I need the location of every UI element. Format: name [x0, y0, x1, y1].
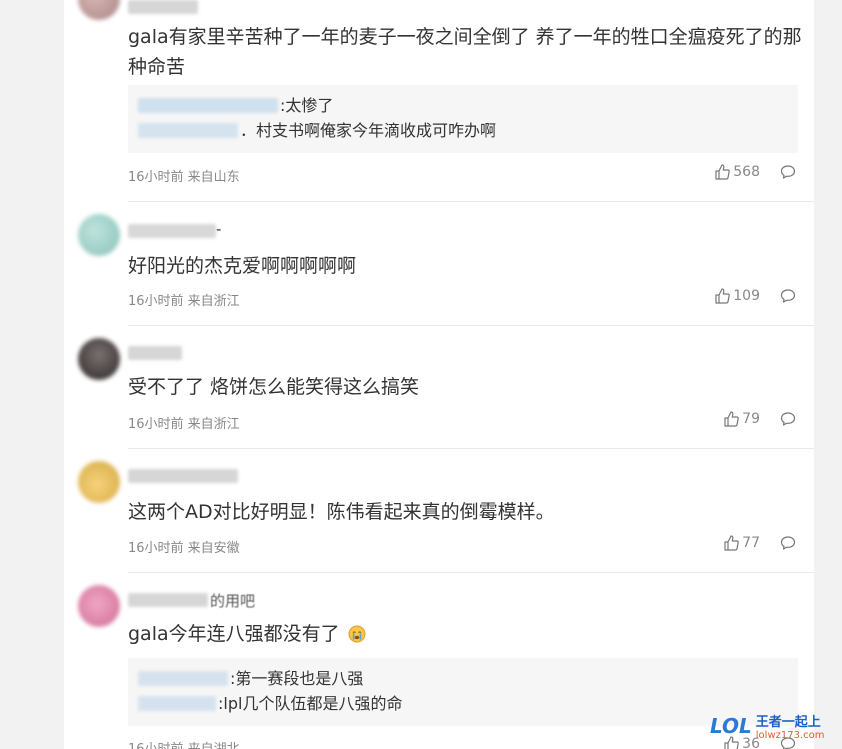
comment-text: gala有家里辛苦种了一年的麦子一夜之间全倒了 养了一年的牲口全瘟疫死了的那种命… — [128, 26, 802, 78]
like-button[interactable]: 109 — [714, 288, 760, 304]
reply-text: :第一赛段也是八强 — [230, 668, 364, 688]
comment-meta: 16小时前 来自安徽 — [128, 541, 240, 556]
crying-face-icon — [348, 622, 366, 652]
watermark-logo: LOL 王者一起上 lolwz173.com — [708, 703, 838, 749]
reply-text: :太惨了 — [280, 95, 334, 115]
avatar[interactable] — [78, 585, 120, 627]
like-count: 77 — [742, 535, 760, 551]
username[interactable] — [128, 0, 198, 14]
username-suffix: - — [216, 220, 222, 238]
avatar[interactable] — [78, 461, 120, 503]
comment-text: 这两个AD对比好明显！陈伟看起来真的倒霉模样。 — [128, 501, 555, 523]
like-count: 568 — [733, 164, 760, 180]
reply-item: :lpl几个队伍都是八强的命 — [138, 691, 788, 716]
watermark-logo-text: LOL — [710, 714, 752, 738]
reply-item: :第一赛段也是八强 — [138, 666, 788, 691]
avatar[interactable] — [78, 0, 120, 20]
like-count: 79 — [742, 411, 760, 427]
username[interactable] — [128, 346, 182, 360]
comment-item: gala有家里辛苦种了一年的麦子一夜之间全倒了 养了一年的牲口全瘟疫死了的那种命… — [64, 0, 814, 201]
reply-item: ．村支书啊俺家今年滴收成可咋办啊 — [138, 118, 788, 143]
username-suffix: 的用吧 — [210, 592, 256, 610]
comment-text-body: gala今年连八强都没有了 — [128, 623, 340, 645]
reply-item: :太惨了 — [138, 93, 788, 118]
username[interactable] — [128, 593, 208, 607]
reply-username[interactable] — [138, 98, 278, 113]
comment-item: 这两个AD对比好明显！陈伟看起来真的倒霉模样。 16小时前 来自安徽 77 — [64, 449, 814, 572]
comment-actions: 79 — [723, 411, 796, 427]
watermark-url: lolwz173.com — [755, 730, 825, 741]
like-count: 109 — [733, 288, 760, 304]
comment-bubble-icon[interactable] — [780, 164, 796, 180]
reply-text: ．村支书啊俺家今年滴收成可咋办啊 — [240, 120, 497, 140]
reply-username[interactable] — [138, 123, 238, 138]
like-button[interactable]: 79 — [723, 411, 760, 427]
comment-text: 受不了了 烙饼怎么能笑得这么搞笑 — [128, 376, 420, 398]
comment-meta: 16小时前 来自湖北 — [128, 738, 240, 749]
comment-meta: 16小时前 来自浙江 — [128, 417, 240, 432]
reply-username[interactable] — [138, 696, 216, 711]
comment-actions: 568 — [714, 164, 796, 180]
reply-username[interactable] — [138, 671, 228, 686]
reply-box: :第一赛段也是八强 :lpl几个队伍都是八强的命 — [128, 658, 798, 726]
like-button[interactable]: 568 — [714, 164, 760, 180]
comment-text: 好阳光的杰克爱啊啊啊啊啊 — [128, 255, 357, 277]
like-button[interactable]: 77 — [723, 535, 760, 551]
comment-text: gala今年连八强都没有了 — [128, 619, 808, 652]
comment-actions: 77 — [723, 535, 796, 551]
avatar[interactable] — [78, 214, 120, 256]
comment-item: 的用吧 gala今年连八强都没有了 :第一赛段也是八强 :lpl几个队伍都是八强… — [64, 573, 814, 749]
avatar[interactable] — [78, 338, 120, 380]
username[interactable] — [128, 469, 238, 483]
reply-box: :太惨了 ．村支书啊俺家今年滴收成可咋办啊 — [128, 85, 798, 153]
comment-bubble-icon[interactable] — [780, 411, 796, 427]
comment-actions: 109 — [714, 288, 796, 304]
watermark-side: 王者一起上 lolwz173.com — [756, 711, 825, 741]
comment-bubble-icon[interactable] — [780, 288, 796, 304]
comment-item: - 好阳光的杰克爱啊啊啊啊啊 16小时前 来自浙江 109 — [64, 202, 814, 325]
comment-meta: 16小时前 来自山东 — [128, 170, 240, 185]
thumbs-up-icon — [723, 411, 739, 427]
thumbs-up-icon — [714, 288, 731, 304]
reply-text: :lpl几个队伍都是八强的命 — [218, 693, 403, 713]
username[interactable] — [128, 224, 216, 238]
comment-bubble-icon[interactable] — [780, 535, 796, 551]
comment-item: 受不了了 烙饼怎么能笑得这么搞笑 16小时前 来自浙江 79 — [64, 326, 814, 448]
thumbs-up-icon — [723, 535, 739, 551]
comment-meta: 16小时前 来自浙江 — [128, 294, 240, 309]
watermark-name: 王者一起上 — [755, 715, 821, 730]
thumbs-up-icon — [714, 164, 731, 180]
